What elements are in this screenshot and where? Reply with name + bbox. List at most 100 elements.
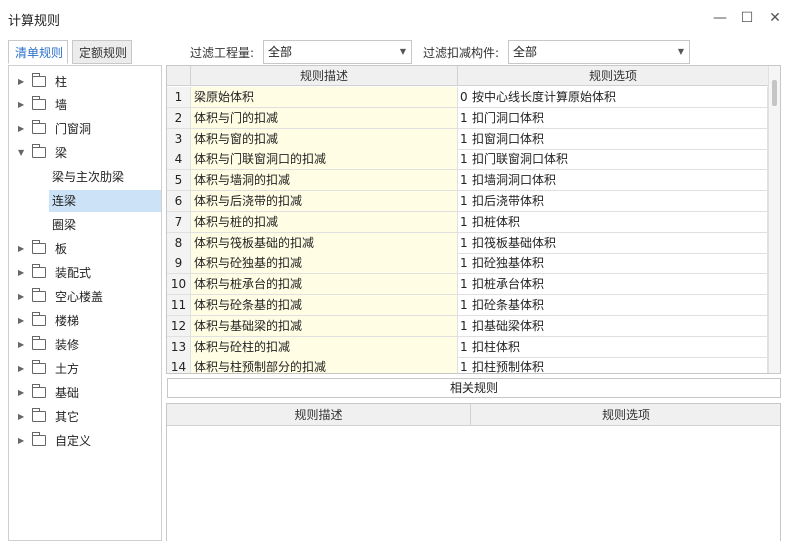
rules-scrollbar[interactable] xyxy=(768,66,780,373)
rule-option-cell[interactable]: 1 扣桩承台体积 xyxy=(458,274,768,296)
rule-description-cell[interactable]: 体积与后浇带的扣减 xyxy=(191,191,458,212)
tree-child-rib-beam[interactable]: 梁与主次肋梁 xyxy=(52,166,124,188)
minimize-button[interactable]: — xyxy=(710,8,730,28)
rule-description-cell[interactable]: 体积与砼条基的扣减 xyxy=(191,295,458,316)
tree-item-other[interactable]: ▶ 其它 xyxy=(9,406,161,428)
table-row[interactable]: 3 体积与窗的扣减 1 扣窗洞口体积 xyxy=(167,128,768,150)
tree-item-finishing[interactable]: ▶ 装修 xyxy=(9,334,161,356)
table-row[interactable]: 6 体积与后浇带的扣减 1 扣后浇带体积 xyxy=(167,191,768,212)
rule-description-cell[interactable]: 体积与门的扣减 xyxy=(191,107,458,129)
close-button[interactable]: ✕ xyxy=(765,8,785,28)
rule-description-cell[interactable]: 体积与砼柱的扣减 xyxy=(191,336,458,358)
table-row[interactable]: 10 体积与桩承台的扣减 1 扣桩承台体积 xyxy=(167,274,768,296)
rule-option-code: 1 xyxy=(460,214,468,229)
table-row[interactable]: 13 体积与砼柱的扣减 1 扣柱体积 xyxy=(167,336,768,358)
tree-item-hollow-floor[interactable]: ▶ 空心楼盖 xyxy=(9,286,161,308)
table-row[interactable]: 2 体积与门的扣减 1 扣门洞口体积 xyxy=(167,107,768,129)
tab-quota-rules[interactable]: 定额规则 xyxy=(72,40,132,64)
rule-option-cell[interactable]: 1 扣基础梁体积 xyxy=(458,315,768,337)
table-row[interactable]: 8 体积与筏板基础的扣减 1 扣筏板基础体积 xyxy=(167,232,768,254)
rule-option-cell[interactable]: 1 扣墙洞洞口体积 xyxy=(458,170,768,192)
rule-option-cell[interactable]: 1 扣砼独基体积 xyxy=(458,253,768,275)
row-number: 5 xyxy=(167,170,191,192)
column-header-description: 规则描述 xyxy=(191,66,458,86)
rule-option-cell[interactable]: 1 扣柱体积 xyxy=(458,336,768,358)
table-row[interactable]: 7 体积与桩的扣减 1 扣桩体积 xyxy=(167,211,768,233)
row-number: 13 xyxy=(167,336,191,358)
rule-option-cell[interactable]: 1 扣砼条基体积 xyxy=(458,295,768,316)
tree-item-slab[interactable]: ▶ 板 xyxy=(9,238,161,260)
chevron-right-icon[interactable]: ▶ xyxy=(18,71,24,93)
rule-option-cell[interactable]: 1 扣门联窗洞口体积 xyxy=(458,149,768,171)
table-row[interactable]: 1 梁原始体积 0 按中心线长度计算原始体积 xyxy=(167,87,768,108)
rule-description-cell[interactable]: 体积与窗的扣减 xyxy=(191,128,458,150)
chevron-right-icon[interactable]: ▶ xyxy=(18,310,24,332)
table-row[interactable]: 14 体积与柱预制部分的扣减 1 扣柱预制体积 xyxy=(167,357,768,374)
rule-option-code: 0 xyxy=(460,90,468,104)
chevron-right-icon[interactable]: ▶ xyxy=(18,334,24,356)
chevron-right-icon[interactable]: ▶ xyxy=(18,94,24,116)
chevron-right-icon[interactable]: ▶ xyxy=(18,358,24,380)
table-row[interactable]: 4 体积与门联窗洞口的扣减 1 扣门联窗洞口体积 xyxy=(167,149,768,171)
chevron-right-icon[interactable]: ▶ xyxy=(18,238,24,260)
related-rules-button[interactable]: 相关规则 xyxy=(167,378,781,398)
rule-description-cell[interactable]: 梁原始体积 xyxy=(191,87,458,108)
rule-description-cell[interactable]: 体积与桩的扣减 xyxy=(191,211,458,233)
tree-child-ring-beam[interactable]: 圈梁 xyxy=(52,214,76,236)
rule-option-cell[interactable]: 1 扣窗洞口体积 xyxy=(458,128,768,150)
window-title: 计算规则 xyxy=(8,14,61,29)
tree-item-label: 装配式 xyxy=(55,266,92,280)
rule-description-cell[interactable]: 体积与门联窗洞口的扣减 xyxy=(191,149,458,171)
tree-item-wall[interactable]: ▶ 墙 xyxy=(9,94,161,116)
tree-item-stairs[interactable]: ▶ 楼梯 xyxy=(9,310,161,332)
chevron-right-icon[interactable]: ▶ xyxy=(18,430,24,452)
table-row[interactable]: 12 体积与基础梁的扣减 1 扣基础梁体积 xyxy=(167,315,768,337)
chevron-down-icon: ▼ xyxy=(399,47,406,56)
tree-item-foundation[interactable]: ▶ 基础 xyxy=(9,382,161,404)
scrollbar-thumb[interactable] xyxy=(772,80,777,106)
chevron-right-icon[interactable]: ▶ xyxy=(18,286,24,308)
tab-list-rules[interactable]: 清单规则 xyxy=(8,40,68,64)
tree-item-label: 空心楼盖 xyxy=(55,290,104,304)
tree-item-prefab[interactable]: ▶ 装配式 xyxy=(9,262,161,284)
chevron-right-icon[interactable]: ▶ xyxy=(18,262,24,284)
tree-item-column[interactable]: ▶ 柱 xyxy=(9,71,161,93)
table-row[interactable]: 9 体积与砼独基的扣减 1 扣砼独基体积 xyxy=(167,253,768,275)
chevron-down-icon[interactable]: ▼ xyxy=(18,142,24,164)
rule-option-cell[interactable]: 0 按中心线长度计算原始体积 xyxy=(458,87,768,108)
rule-description-cell[interactable]: 体积与桩承台的扣减 xyxy=(191,274,458,296)
tree-child-link-beam[interactable]: 连梁 xyxy=(49,190,161,212)
maximize-button[interactable]: ☐ xyxy=(737,8,757,28)
tree-item-label: 梁 xyxy=(55,146,68,160)
tree-item-beam[interactable]: ▼ 梁 xyxy=(9,142,161,164)
rule-description-cell[interactable]: 体积与柱预制部分的扣减 xyxy=(191,357,458,373)
rule-description-cell[interactable]: 体积与墙洞的扣减 xyxy=(191,170,458,192)
rule-option-cell[interactable]: 1 扣桩体积 xyxy=(458,211,768,233)
rule-option-text: 扣柱预制体积 xyxy=(472,360,545,374)
table-row[interactable]: 5 体积与墙洞的扣减 1 扣墙洞洞口体积 xyxy=(167,170,768,192)
chevron-right-icon[interactable]: ▶ xyxy=(18,406,24,428)
rule-option-cell[interactable]: 1 扣后浇带体积 xyxy=(458,191,768,212)
title-bar: 计算规则 — ☐ ✕ xyxy=(0,0,789,36)
row-number: 1 xyxy=(167,87,191,108)
rule-description-cell[interactable]: 体积与筏板基础的扣减 xyxy=(191,232,458,254)
filter-component-select[interactable]: 全部 ▼ xyxy=(508,40,690,64)
tree-item-custom[interactable]: ▶ 自定义 xyxy=(9,430,161,452)
row-number: 8 xyxy=(167,232,191,254)
rule-option-text: 扣后浇带体积 xyxy=(472,194,545,208)
chevron-right-icon[interactable]: ▶ xyxy=(18,118,24,140)
rule-option-cell[interactable]: 1 扣筏板基础体积 xyxy=(458,232,768,254)
table-row[interactable]: 11 体积与砼条基的扣减 1 扣砼条基体积 xyxy=(167,295,768,316)
chevron-right-icon[interactable]: ▶ xyxy=(18,382,24,404)
rule-description-cell[interactable]: 体积与基础梁的扣减 xyxy=(191,315,458,337)
rule-option-cell[interactable]: 1 扣柱预制体积 xyxy=(458,357,768,374)
filter-project-select[interactable]: 全部 ▼ xyxy=(263,40,412,64)
rule-description-cell[interactable]: 体积与砼独基的扣减 xyxy=(191,253,458,275)
rule-option-text: 扣门洞口体积 xyxy=(472,110,545,125)
tree-item-earthwork[interactable]: ▶ 土方 xyxy=(9,358,161,380)
tree-item-door-window[interactable]: ▶ 门窗洞 xyxy=(9,118,161,140)
folder-icon xyxy=(32,96,46,110)
rule-option-cell[interactable]: 1 扣门洞口体积 xyxy=(458,107,768,129)
rule-option-text: 扣桩承台体积 xyxy=(472,277,545,292)
tree-item-label: 柱 xyxy=(55,75,68,89)
